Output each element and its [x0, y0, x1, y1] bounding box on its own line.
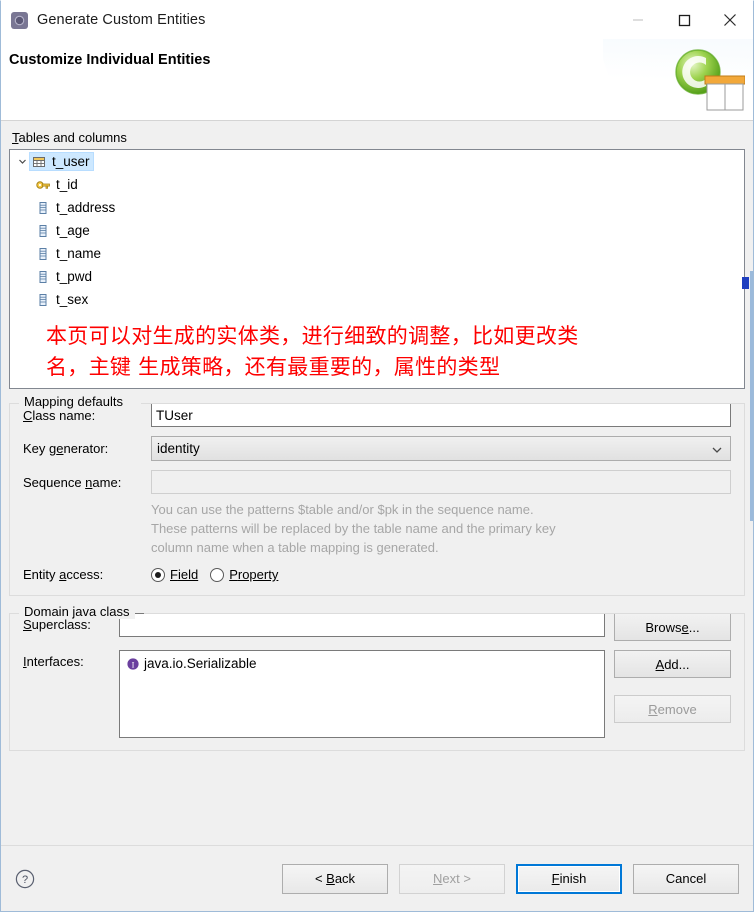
window-controls	[615, 1, 753, 39]
remove-button[interactable]: Remove	[614, 695, 731, 723]
app-gear-circle-icon	[11, 11, 28, 29]
domain-java-class-group: Domain java class Superclass: Browse... …	[9, 604, 745, 751]
tree-node-label: t_address	[56, 200, 116, 215]
entity-access-label: Entity access:	[23, 567, 104, 582]
class-name-input[interactable]	[151, 403, 731, 427]
column-icon	[39, 247, 47, 260]
sequence-name-hint: You can use the patterns $table and/or $…	[151, 500, 731, 557]
domain-java-class-title: Domain java class	[21, 604, 135, 619]
maximize-icon[interactable]	[661, 1, 707, 39]
tree-node-t-user[interactable]: t_user	[10, 150, 744, 173]
footer-button-group: < Back Next > Finish Cancel	[282, 863, 739, 894]
finish-button[interactable]: Finish	[516, 863, 622, 894]
entity-access-row: Entity access: Field Property	[23, 567, 731, 582]
dialog-footer: ? < Back Next > Finish Cancel	[1, 845, 753, 911]
key-generator-label: Key generator:	[23, 441, 109, 456]
interfaces-row: Interfaces: I java.io.Serializable Add..…	[23, 650, 731, 738]
annotation-line-2: 名，主键 生成策略，还有最重要的，属性的类型	[46, 355, 501, 379]
tree-node-label: t_pwd	[56, 269, 93, 284]
next-button[interactable]: Next >	[399, 863, 505, 894]
tables-and-columns-label: Tables and columns	[9, 121, 745, 149]
tree-node-t-sex[interactable]: t_sex	[10, 288, 744, 311]
page-title: Customize Individual Entities	[9, 52, 211, 68]
radio-field[interactable]	[151, 567, 165, 582]
tree-node-t-age[interactable]: t_age	[10, 219, 744, 242]
interface-icon: I	[127, 657, 139, 670]
chevron-down-icon[interactable]	[712, 441, 722, 456]
chevron-down-icon[interactable]	[14, 154, 30, 170]
annotation-line-1: 本页可以对生成的实体类，进行细致的调整，比如更改类	[46, 324, 579, 348]
radio-property-label[interactable]: Property	[229, 567, 278, 582]
list-item[interactable]: I java.io.Serializable	[122, 654, 602, 673]
sequence-name-label: Sequence name:	[23, 474, 122, 490]
annotation-overlay: 本页可以对生成的实体类，进行细致的调整，比如更改类 名，主键 生成策略，还有最重…	[10, 311, 744, 383]
interface-name: java.io.Serializable	[144, 656, 257, 671]
column-icon	[39, 293, 47, 306]
class-name-label: Class name:	[23, 407, 96, 423]
tables-columns-tree[interactable]: t_user t_id t_address t_age t_name t_pwd…	[9, 149, 745, 389]
mapping-defaults-group: Mapping defaults Class name: Key generat…	[9, 394, 745, 596]
key-icon	[36, 180, 50, 189]
dialog-body: Tables and columns t_user t_id t_address…	[1, 121, 753, 845]
sequence-name-input[interactable]	[151, 470, 731, 494]
entity-table-wizard-icon	[669, 45, 746, 111]
add-button[interactable]: Add...	[614, 650, 731, 678]
column-icon	[39, 201, 47, 214]
tree-node-label: t_sex	[56, 292, 89, 307]
tree-node-label: t_name	[56, 246, 102, 261]
key-generator-value: identity	[157, 441, 200, 456]
mapping-defaults-title: Mapping defaults	[21, 394, 129, 409]
svg-text:?: ?	[22, 874, 28, 886]
close-icon[interactable]	[707, 1, 753, 39]
window-title: Generate Custom Entities	[37, 12, 206, 28]
tree-node-t-id[interactable]: t_id	[10, 173, 744, 196]
column-icon	[39, 224, 47, 237]
dialog-window: Generate Custom Entities Customize Indiv…	[0, 0, 754, 912]
sequence-name-row: Sequence name:	[23, 470, 731, 494]
interfaces-listbox[interactable]: I java.io.Serializable	[119, 650, 605, 738]
cancel-button[interactable]: Cancel	[633, 863, 739, 894]
wizard-banner: Customize Individual Entities	[1, 39, 753, 121]
radio-field-label[interactable]: Field	[170, 567, 198, 582]
class-name-row: Class name:	[23, 403, 731, 427]
tree-node-label: t_id	[56, 177, 78, 192]
key-generator-row: Key generator: identity	[23, 436, 731, 461]
hint-line-1: You can use the patterns $table and/or $…	[151, 502, 534, 517]
tree-node-t-pwd[interactable]: t_pwd	[10, 265, 744, 288]
back-button[interactable]: < Back	[282, 863, 388, 894]
tree-node-label: t_age	[56, 223, 90, 238]
radio-property[interactable]	[210, 567, 225, 582]
key-generator-combobox[interactable]: identity	[151, 436, 731, 461]
superclass-input[interactable]	[119, 613, 605, 637]
help-question-icon[interactable]: ?	[15, 869, 35, 889]
tree-node-t-name[interactable]: t_name	[10, 242, 744, 265]
tables-label-rest: ables and columns	[18, 130, 127, 145]
table-icon	[33, 156, 45, 167]
title-bar: Generate Custom Entities	[1, 1, 753, 39]
column-icon	[39, 270, 47, 283]
browse-button[interactable]: Browse...	[614, 613, 731, 641]
svg-text:I: I	[132, 659, 135, 669]
interfaces-label: Interfaces:	[23, 654, 84, 669]
hint-line-2: These patterns will be replaced by the t…	[151, 521, 556, 536]
window-edge-artifact	[750, 271, 753, 521]
tree-node-label: t_user	[52, 154, 90, 169]
minimize-icon[interactable]	[615, 1, 661, 39]
hint-line-3: column name when a table mapping is gene…	[151, 540, 439, 555]
tree-node-t-address[interactable]: t_address	[10, 196, 744, 219]
